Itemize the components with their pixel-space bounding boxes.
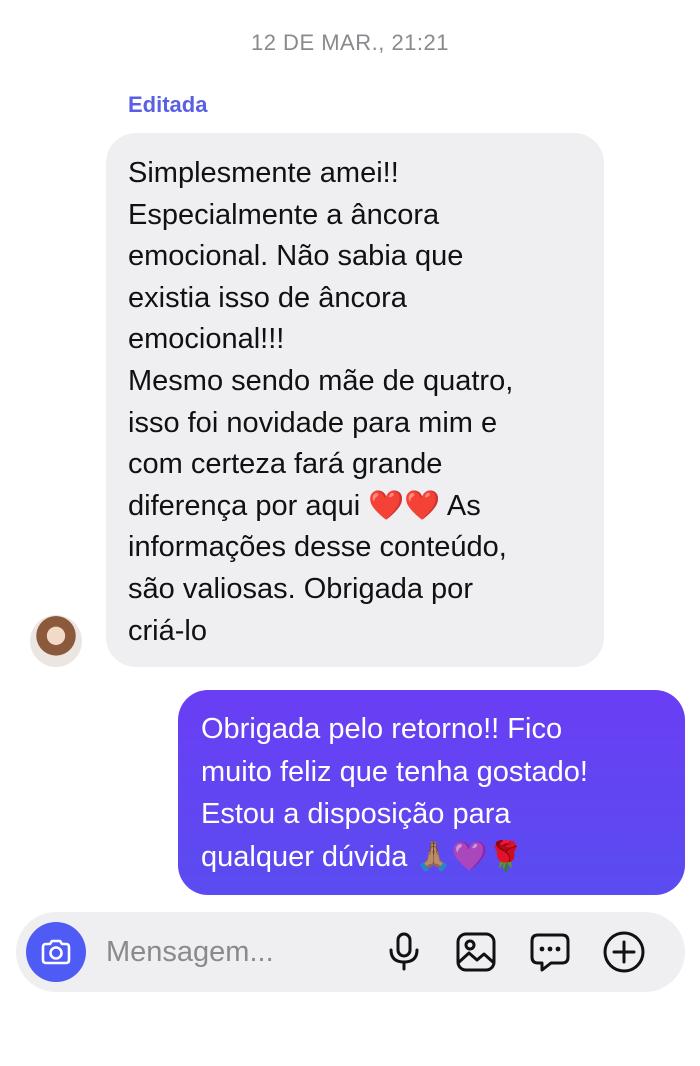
message-composer — [16, 912, 685, 992]
image-gallery-icon — [456, 932, 496, 972]
sticker-icon — [530, 933, 570, 972]
gallery-button[interactable] — [454, 930, 498, 974]
sender-avatar[interactable] — [30, 615, 82, 667]
sticker-button[interactable] — [528, 930, 572, 974]
outgoing-message-text: Obrigada pelo retorno!! Fico muito feliz… — [201, 713, 588, 873]
camera-button[interactable] — [26, 922, 86, 982]
incoming-message-bubble[interactable]: Simplesmente amei!! Especialmente a ânco… — [106, 133, 604, 667]
microphone-button[interactable] — [382, 930, 426, 974]
outgoing-message-bubble[interactable]: Obrigada pelo retorno!! Fico muito feliz… — [178, 690, 685, 895]
camera-icon — [41, 939, 71, 965]
microphone-icon — [389, 932, 419, 971]
add-button[interactable] — [602, 930, 646, 974]
edited-label: Editada — [128, 92, 208, 117]
message-timestamp: 12 DE MAR., 21:21 — [250, 30, 450, 55]
message-input[interactable] — [106, 932, 366, 972]
add-icon — [603, 931, 645, 973]
incoming-message-text: Simplesmente amei!! Especialmente a ânco… — [128, 157, 514, 647]
